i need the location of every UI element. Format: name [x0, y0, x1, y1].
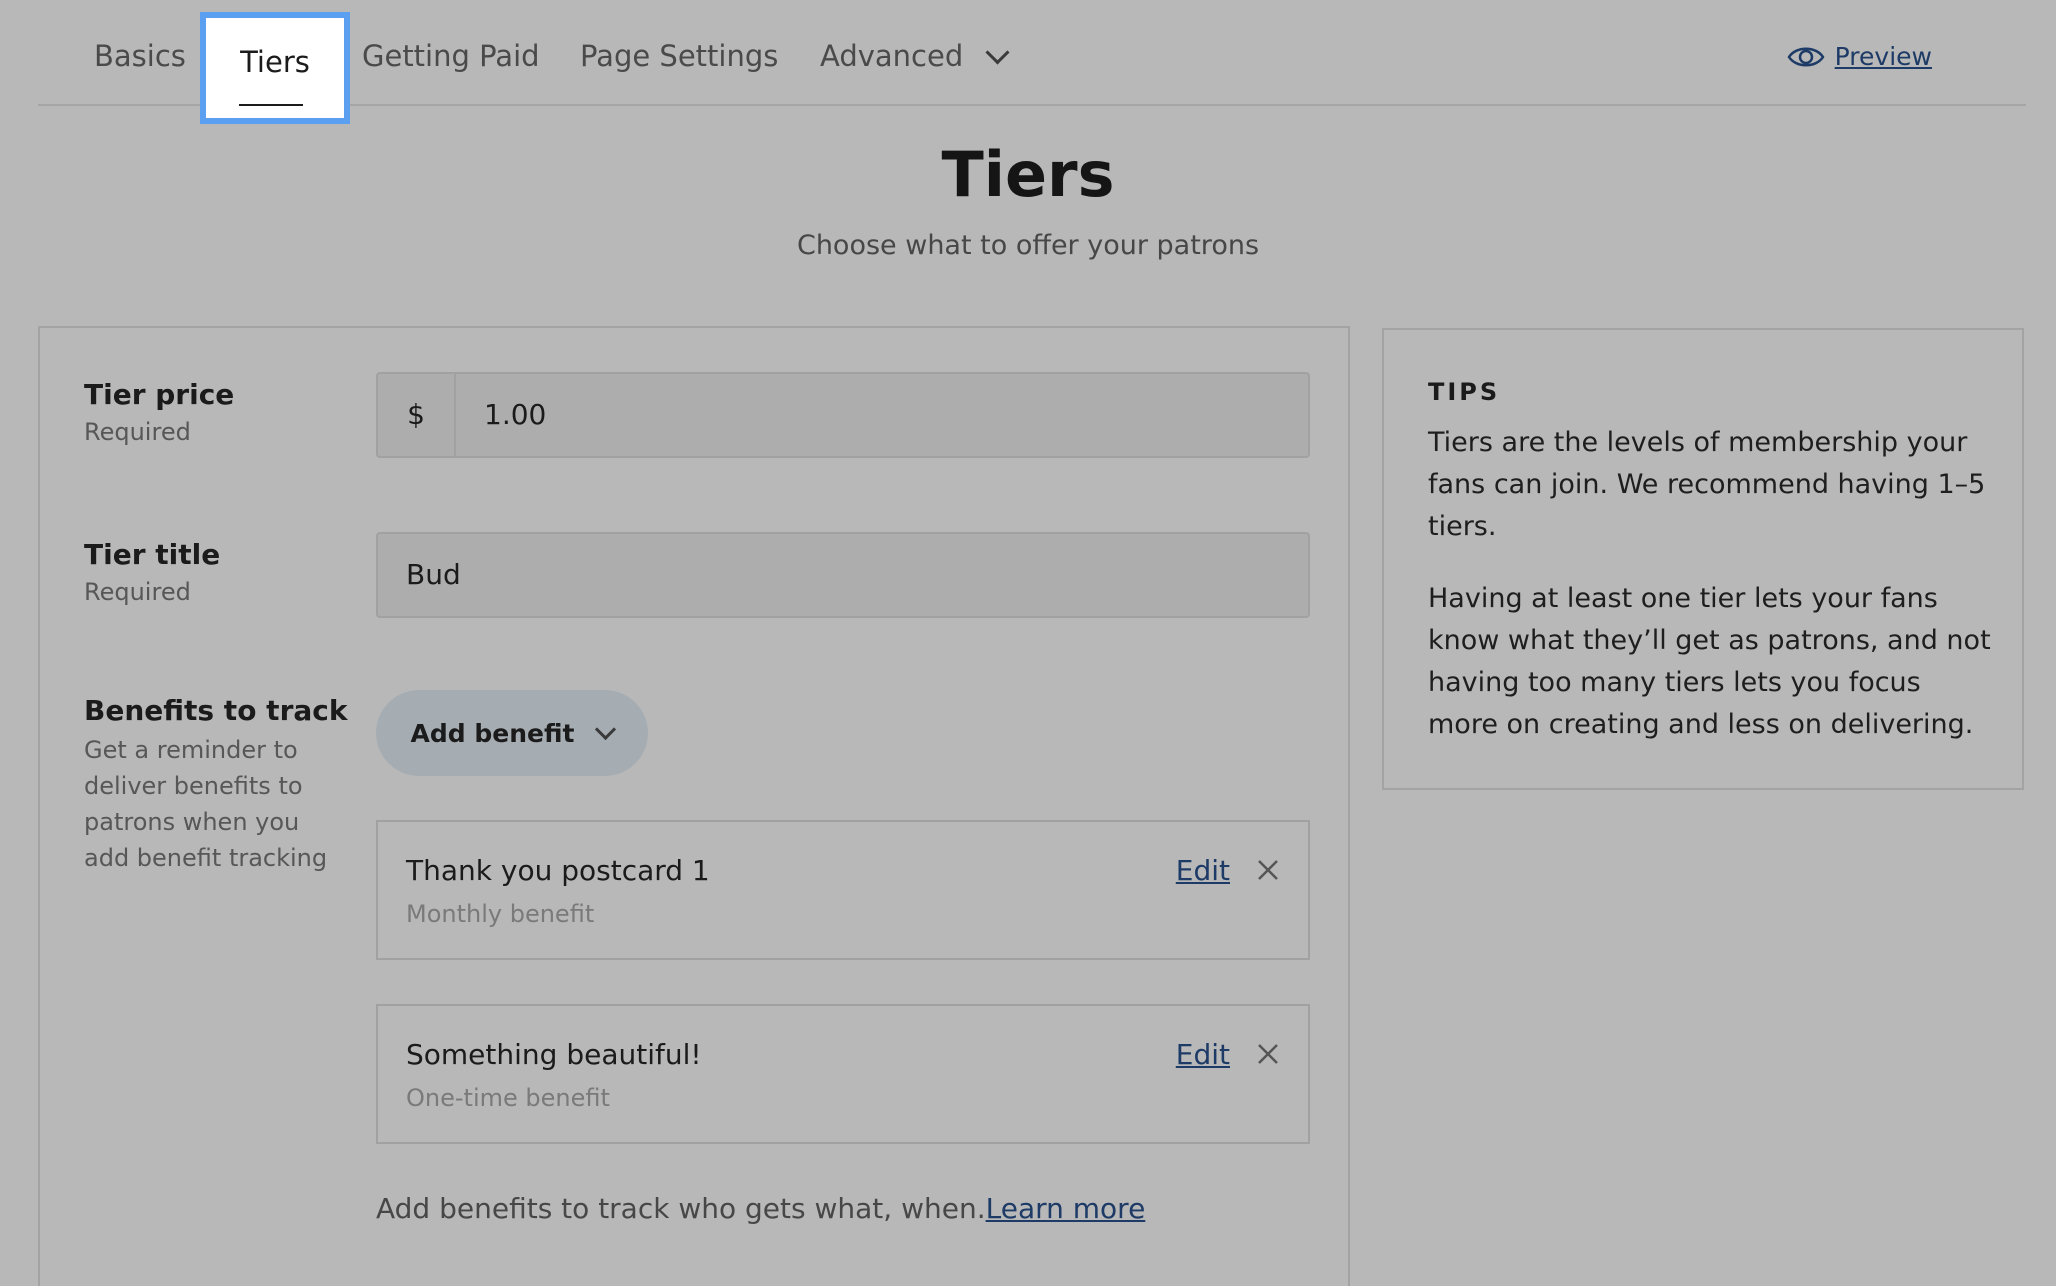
chevron-down-icon — [595, 718, 617, 740]
tab-tiers[interactable]: Tiers — [200, 12, 350, 124]
edit-benefit-link[interactable]: Edit — [1176, 1038, 1230, 1071]
benefit-name: Thank you postcard 1 — [406, 854, 710, 887]
benefit-item: Thank you postcard 1 Monthly benefit Edi… — [376, 820, 1310, 960]
page-subtitle: Choose what to offer your patrons — [796, 230, 1260, 261]
benefits-hint-line: deliver benefits to — [84, 772, 303, 800]
preview-link[interactable]: Preview — [1787, 42, 1932, 71]
benefits-label: Benefits to track — [84, 694, 348, 727]
tips-title: TIPS — [1428, 378, 1501, 406]
benefits-hint-line: add benefit tracking — [84, 844, 328, 872]
eye-icon — [1787, 47, 1825, 66]
tab-basics[interactable]: Basics — [94, 36, 186, 76]
tips-paragraph: Tiers are the levels of membership your … — [1428, 427, 1986, 542]
edit-benefit-link[interactable]: Edit — [1176, 854, 1230, 887]
learn-more-link[interactable]: Learn more — [986, 1192, 1146, 1225]
tier-price-value: 1.00 — [484, 398, 547, 431]
benefits-hint-line: Get a reminder to — [84, 736, 298, 764]
close-icon[interactable] — [1254, 856, 1282, 884]
tab-advanced[interactable]: Advanced — [820, 36, 1010, 76]
tab-getting-paid[interactable]: Getting Paid — [362, 36, 540, 76]
preview-label: Preview — [1834, 42, 1932, 71]
tier-title-value: Bud — [406, 558, 461, 591]
tab-page-settings[interactable]: Page Settings — [580, 36, 778, 76]
benefits-footer-note: Add benefits to track who gets what, whe… — [376, 1192, 1145, 1225]
tips-card: TIPS Tiers are the levels of membership … — [1382, 328, 2024, 790]
benefit-item: Something beautiful! One-time benefit Ed… — [376, 1004, 1310, 1144]
tier-title-input[interactable]: Bud — [376, 532, 1310, 618]
add-benefit-button[interactable]: Add benefit — [376, 690, 648, 776]
tier-price-input[interactable]: $ 1.00 — [376, 372, 1310, 458]
benefits-hint-line: patrons when you — [84, 808, 300, 836]
add-benefit-label: Add benefit — [410, 718, 575, 748]
chevron-down-icon — [985, 39, 1010, 65]
tier-title-hint: Required — [84, 578, 191, 606]
page-title: Tiers — [941, 138, 1115, 211]
benefits-hint: Get a reminder to deliver benefits to pa… — [84, 732, 327, 876]
currency-prefix: $ — [378, 374, 456, 456]
active-tab-underline — [239, 104, 303, 106]
benefits-footer-text: Add benefits to track who gets what, whe… — [376, 1192, 986, 1225]
benefit-type: Monthly benefit — [406, 900, 595, 928]
tier-title-label: Tier title — [84, 538, 221, 571]
close-icon[interactable] — [1254, 1040, 1282, 1068]
benefit-type: One-time benefit — [406, 1084, 610, 1112]
tab-advanced-label: Advanced — [820, 39, 964, 73]
tab-tiers-label: Tiers — [240, 45, 310, 79]
tier-price-hint: Required — [84, 418, 191, 446]
tier-price-label: Tier price — [84, 378, 235, 411]
tips-paragraph: Having at least one tier lets your fans … — [1428, 583, 1991, 740]
benefit-name: Something beautiful! — [406, 1038, 702, 1071]
tier-form-card: Tier price Required $ 1.00 Tier title Re… — [38, 326, 1350, 1286]
top-navigation: Basics Tiers Getting Paid Page Settings … — [38, 0, 2026, 124]
